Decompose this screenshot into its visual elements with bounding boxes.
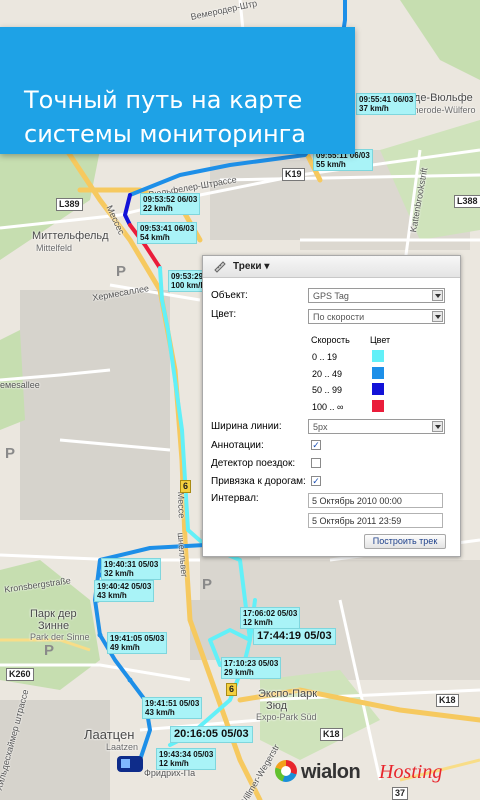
chevron-down-icon <box>432 311 443 322</box>
snap-roads-label: Привязка к дорогам: <box>211 476 306 487</box>
road-shield: K19 <box>282 168 305 181</box>
road-shield: 6 <box>226 683 238 696</box>
promo-banner: Точный путь на карте системы мониторинга <box>0 27 355 154</box>
object-select[interactable]: GPS Tag <box>308 288 445 303</box>
interval-label: Интервал: <box>211 493 259 504</box>
ruler-icon <box>214 261 226 273</box>
chevron-down-icon <box>432 290 443 301</box>
color-swatch[interactable] <box>372 367 384 379</box>
place-label: Миттельфельд <box>32 230 109 242</box>
place-label: Mittelfeld <box>36 243 73 253</box>
place-label: Парк дер <box>30 608 77 620</box>
interval-from-input[interactable]: 5 Октябрь 2010 00:00 <box>308 493 443 508</box>
color-swatch[interactable] <box>372 400 384 412</box>
vehicle-marker[interactable] <box>117 756 143 772</box>
line-width-select[interactable]: 5px <box>308 419 445 434</box>
range-label: 20 .. 49 <box>312 369 343 379</box>
logo-text-hosting: Hosting <box>379 761 443 783</box>
range-label: 100 .. ∞ <box>312 402 344 412</box>
track-point-label[interactable]: 19:41:05 05/03 49 km/h <box>107 632 168 654</box>
speed-header: Скорость <box>311 335 350 345</box>
road-shield: L389 <box>56 198 83 211</box>
color-swatch[interactable] <box>372 383 384 395</box>
parking-icon: P <box>116 263 127 280</box>
road-shield: K260 <box>6 668 34 681</box>
track-point-label[interactable]: 09:55:41 06/03 37 km/h <box>356 93 417 115</box>
build-track-button[interactable]: Построить трек <box>364 534 446 549</box>
place-label: Laatzen <box>106 742 139 752</box>
wialon-hosting-logo: wialon Hosting <box>275 752 465 792</box>
road-shield: K18 <box>320 728 343 741</box>
track-point-label[interactable]: 19:40:31 05/03 32 km/h <box>101 558 162 580</box>
place-label: Park der Sinne <box>30 632 90 642</box>
color-swatch[interactable] <box>372 350 384 362</box>
object-label: Объект: <box>211 290 248 301</box>
parking-icon: P <box>44 642 55 659</box>
street-label: Мессе <box>175 491 187 519</box>
track-point-label[interactable]: 09:53:41 06/03 54 km/h <box>137 222 198 244</box>
street-label: емesallee <box>0 380 40 390</box>
place-label: Expo-Park Süd <box>256 712 317 722</box>
color-label: Цвет: <box>211 309 237 320</box>
track-point-label[interactable]: 09:53:52 06/03 22 km/h <box>140 193 201 215</box>
track-point-label[interactable]: 19:43:34 05/03 12 km/h <box>156 748 217 770</box>
trip-detector-checkbox[interactable] <box>311 458 321 468</box>
color-select[interactable]: По скорости <box>308 309 445 324</box>
place-label: Зинне <box>38 620 70 632</box>
track-point-label[interactable]: 17:06:02 05/03 12 km/h <box>240 607 301 629</box>
interval-to-input[interactable]: 5 Октябрь 2011 23:59 <box>308 513 443 528</box>
track-point-label[interactable]: 17:44:19 05/03 <box>253 628 336 645</box>
place-label: Экспо-Парк <box>258 688 318 700</box>
color-header: Цвет <box>370 335 391 345</box>
parking-icon: P <box>5 445 16 462</box>
road-shield: 6 <box>180 480 192 493</box>
logo-text-wialon: wialon <box>301 761 361 783</box>
annotations-label: Аннотации: <box>211 440 264 451</box>
logo-icon <box>275 760 297 782</box>
chevron-down-icon <box>432 421 443 432</box>
place-label: Зюд <box>266 700 288 712</box>
range-label: 50 .. 99 <box>312 385 343 395</box>
panel-header[interactable]: Треки ▾ <box>203 256 460 278</box>
track-point-label[interactable]: 19:41:51 05/03 43 km/h <box>142 697 203 719</box>
road-shield: L388 <box>454 195 480 208</box>
track-point-label[interactable]: 20:16:05 05/03 <box>170 726 253 743</box>
annotations-checkbox[interactable]: ✓ <box>311 440 321 450</box>
range-label: 0 .. 19 <box>312 352 338 362</box>
snap-roads-checkbox[interactable]: ✓ <box>311 476 321 486</box>
track-point-label[interactable]: 19:40:42 05/03 43 km/h <box>94 580 155 602</box>
trip-detector-label: Детектор поездок: <box>211 458 296 469</box>
track-point-label[interactable]: 17:10:23 05/03 29 km/h <box>221 657 282 679</box>
road-shield: K18 <box>436 694 459 707</box>
banner-line-1: Точный путь на карте <box>24 86 303 114</box>
parking-icon: P <box>202 576 213 593</box>
banner-line-2: системы мониторинга <box>24 120 306 148</box>
panel-title[interactable]: Треки ▾ <box>233 261 269 272</box>
place-label: Лаатцен <box>84 727 135 742</box>
line-width-label: Ширина линии: <box>211 421 282 432</box>
